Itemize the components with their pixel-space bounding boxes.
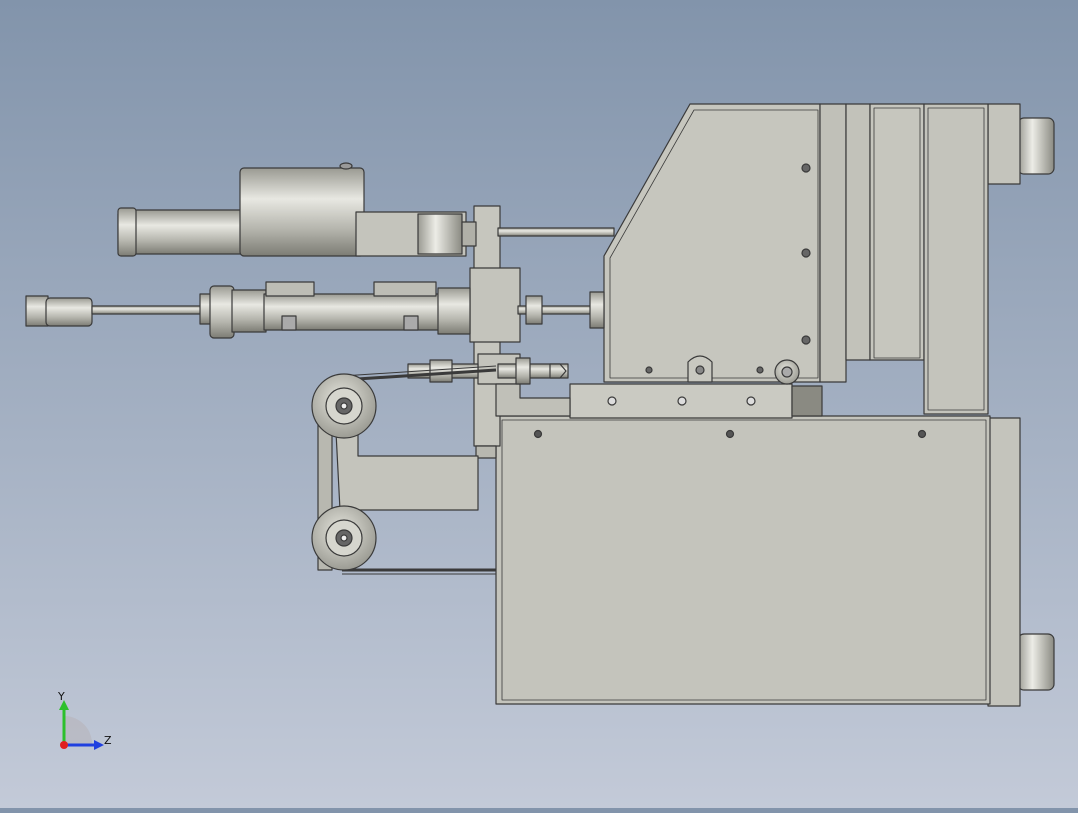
y-axis-label: Y — [57, 690, 65, 703]
pressure-gauge — [117, 162, 477, 257]
z-axis-label: Z — [104, 734, 112, 747]
rear-end-cap-lower — [987, 417, 1055, 707]
upper-pulley — [311, 373, 377, 439]
assembly-drawing: Y Z — [25, 103, 1055, 750]
coordinate-triad: Y Z — [57, 690, 112, 750]
z-axis-arrowhead — [94, 740, 104, 750]
lower-housing-box — [495, 415, 991, 705]
rear-end-cap-upper — [987, 103, 1055, 185]
tie-rod — [497, 227, 615, 237]
x-axis-dot — [60, 741, 68, 749]
cad-viewport[interactable]: Y Z — [0, 0, 1078, 808]
lower-pulley — [311, 505, 377, 571]
